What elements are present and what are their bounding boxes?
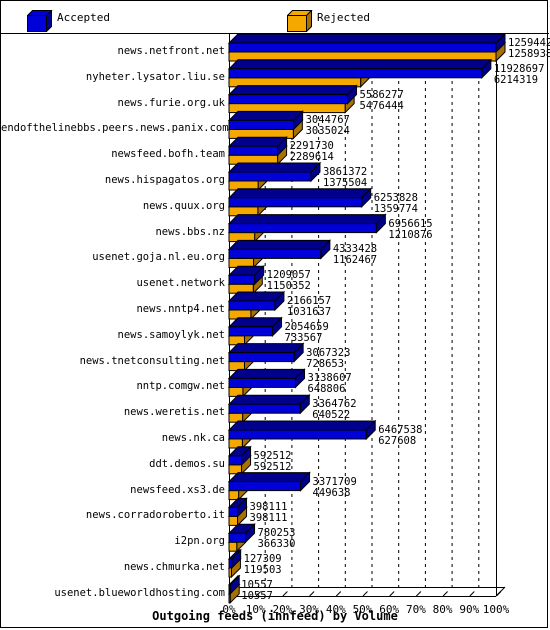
value-label-rejected: 1210876 (388, 228, 433, 241)
category-label: news.furie.org.uk (117, 96, 225, 109)
value-label-rejected: 6214319 (493, 73, 539, 86)
value-label-rejected: 648806 (307, 383, 346, 396)
category-label: news.weretis.net (123, 406, 225, 419)
value-label-rejected: 5476444 (359, 99, 404, 112)
value-label-rejected: 733567 (284, 331, 323, 344)
category-label: news.samoylyk.net (117, 328, 225, 341)
value-label-rejected: 449638 (312, 486, 351, 499)
value-label-rejected: 1150352 (266, 280, 311, 293)
value-label-accepted: 3067323 (306, 346, 351, 359)
category-label: news.chmurka.net (123, 561, 225, 573)
value-label-rejected: 1375504 (322, 177, 368, 189)
value-label-rejected: 1162467 (332, 254, 378, 267)
value-label-accepted: 6956615 (388, 217, 433, 230)
category-label: usenet.goja.nl.eu.org (92, 251, 225, 264)
category-label: news.netfront.net (117, 45, 225, 57)
category-label: nntp.comgw.net (136, 380, 225, 393)
category-label: news.corradoroberto.it (85, 509, 225, 522)
value-label-rejected: 728653 (306, 357, 345, 370)
category-label: usenet.network (136, 277, 225, 290)
value-label-rejected: 119503 (243, 564, 282, 576)
value-label-accepted: 5586277 (359, 88, 404, 101)
category-label: ddt.demos.su (149, 457, 225, 470)
category-label: news.tnetconsulting.net (79, 354, 225, 367)
legend-label-accepted: Accepted (57, 11, 110, 24)
value-label-accepted: 3371709 (312, 475, 357, 488)
chart-legend: Accepted Rejected (1, 1, 549, 34)
category-label: newsfeed.bofh.team (111, 148, 225, 161)
category-label: news.quux.org (142, 199, 225, 212)
value-label-rejected: 627608 (378, 435, 417, 447)
value-label-rejected: 592512 (253, 460, 292, 473)
category-label: i2pn.org (174, 535, 225, 548)
category-label: usenet.blueworldhosting.com (54, 586, 225, 599)
value-label-rejected: 1359774 (373, 202, 418, 215)
value-label-rejected: 12589386 (508, 48, 550, 60)
value-label-rejected: 398111 (249, 512, 288, 525)
value-label-rejected: 2289614 (289, 151, 334, 164)
cube-icon (287, 10, 313, 32)
category-label: news.bbs.nz (155, 225, 225, 238)
chart-window: Accepted Rejected news.netfront.net nyhet… (0, 0, 550, 628)
value-label-rejected: 10557 (241, 589, 273, 602)
category-label: endofthelinebbs.peers.news.panix.com (1, 122, 229, 135)
value-label-rejected: 3035024 (305, 125, 350, 138)
category-label: newsfeed.xs3.de (130, 483, 225, 496)
value-label-rejected: 366330 (257, 538, 296, 551)
bar-chart-plot: news.netfront.net nyheter.lysator.liu.se n… (1, 34, 550, 628)
cube-icon (27, 10, 53, 32)
category-label: news.nk.ca (161, 432, 225, 444)
category-label: nyheter.lysator.liu.se (85, 70, 225, 83)
category-label: news.hispagatos.org (104, 174, 225, 186)
category-label: news.nntp4.net (136, 303, 225, 315)
value-label-rejected: 1031637 (286, 306, 332, 318)
legend-label-rejected: Rejected (317, 11, 370, 24)
chart-axis-title: Outgoing feeds (innfeed) by Volume (152, 609, 398, 623)
value-label-rejected: 640522 (312, 409, 351, 422)
